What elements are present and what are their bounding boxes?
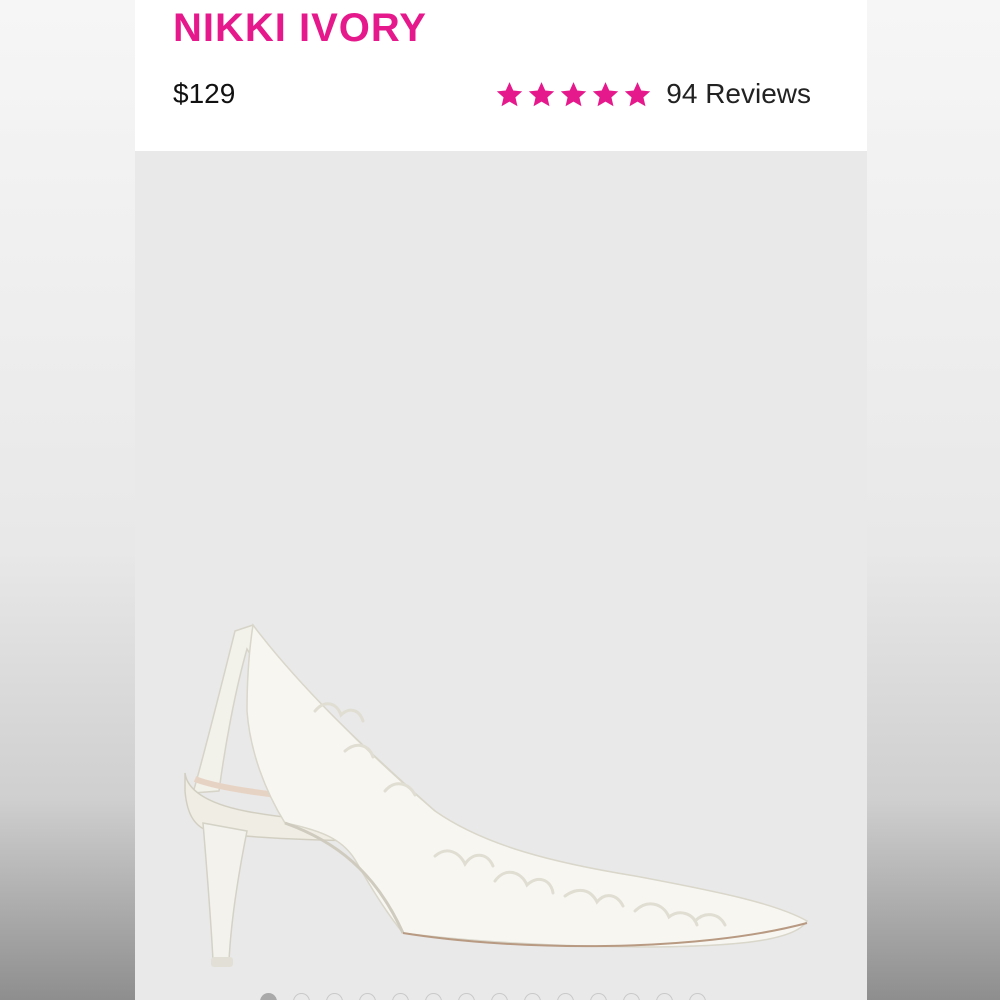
product-price: $129 <box>173 78 236 109</box>
carousel-pagination <box>260 993 706 1000</box>
carousel-dot[interactable] <box>359 993 376 1000</box>
carousel-dot[interactable] <box>623 993 640 1000</box>
carousel-dot[interactable] <box>458 993 475 1000</box>
carousel-dot[interactable] <box>557 993 574 1000</box>
carousel-dot[interactable] <box>326 993 343 1000</box>
carousel-dot[interactable] <box>425 993 442 1000</box>
product-card: NIKKI IVORY $129 94 Reviews <box>135 0 867 1000</box>
carousel-dot[interactable] <box>293 993 310 1000</box>
star-rating <box>495 80 652 109</box>
carousel-dot[interactable] <box>656 993 673 1000</box>
carousel-dot[interactable] <box>590 993 607 1000</box>
star-icon <box>561 81 587 106</box>
carousel-dot[interactable] <box>689 993 706 1000</box>
product-image-gallery[interactable] <box>135 151 867 1000</box>
star-icon <box>529 81 555 106</box>
shoe-image <box>184 623 809 967</box>
carousel-dot[interactable] <box>491 993 508 1000</box>
carousel-dot[interactable] <box>392 993 409 1000</box>
carousel-dot[interactable] <box>260 993 277 1000</box>
star-icon <box>593 81 619 106</box>
star-icon <box>497 81 523 106</box>
star-icon <box>625 81 651 106</box>
carousel-dot[interactable] <box>524 993 541 1000</box>
product-header: NIKKI IVORY $129 94 Reviews <box>135 0 867 150</box>
reviews-link[interactable]: 94 Reviews <box>666 78 811 110</box>
product-title: NIKKI IVORY <box>173 6 427 50</box>
rating-summary[interactable]: 94 Reviews <box>495 76 811 112</box>
